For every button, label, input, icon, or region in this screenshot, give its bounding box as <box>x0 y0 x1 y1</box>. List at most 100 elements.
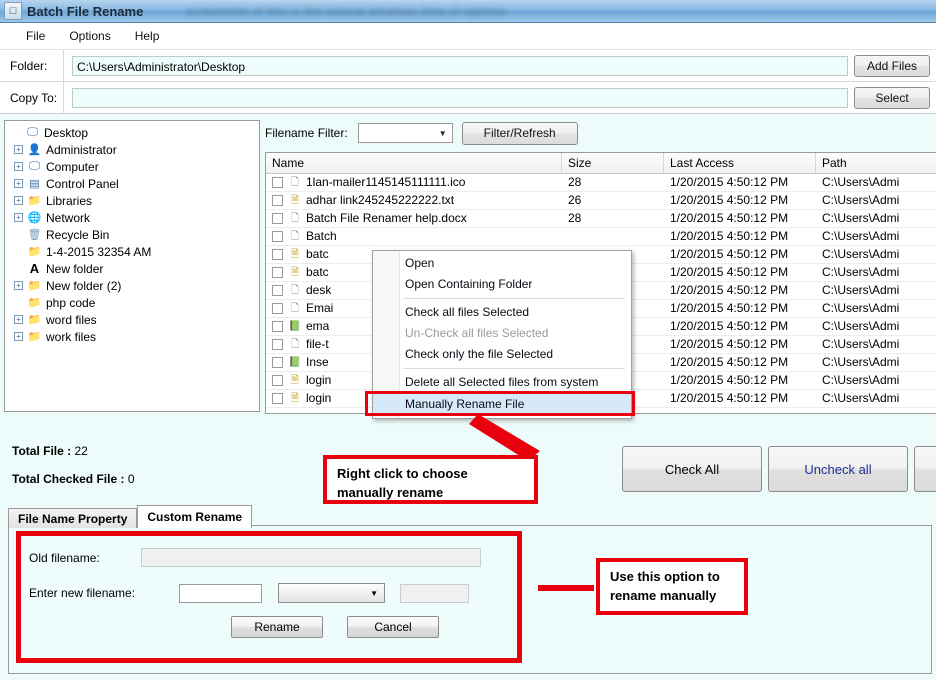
file-checkbox[interactable] <box>272 321 283 332</box>
file-checkbox[interactable] <box>272 303 283 314</box>
tree-item-computer[interactable]: + 🖵 Computer <box>9 158 259 175</box>
tree-item-new-folder-2[interactable]: + 📁 New folder (2) <box>9 277 259 294</box>
expand-icon[interactable]: + <box>14 213 23 222</box>
manually-rename-highlight <box>365 391 635 416</box>
file-last-access-cell: 1/20/2015 4:50:12 PM <box>670 193 789 207</box>
tree-item-administrator[interactable]: + 👤 Administrator <box>9 141 259 158</box>
file-last-access-cell: 1/20/2015 4:50:12 PM <box>670 211 789 225</box>
folder-row: Folder: C:\Users\Administrator\Desktop A… <box>0 50 936 82</box>
menu-item-file[interactable]: File <box>14 26 57 46</box>
context-menu-item-open[interactable]: Open <box>373 253 631 274</box>
column-header-last-access[interactable]: Last Access <box>664 153 816 173</box>
file-last-access-cell: 1/20/2015 4:50:12 PM <box>670 337 789 351</box>
file-checkbox[interactable] <box>272 339 283 350</box>
tree-item-label: php code <box>46 295 96 310</box>
tree-item-libraries[interactable]: + 📁 Libraries <box>9 192 259 209</box>
expand-icon[interactable]: + <box>14 145 23 154</box>
expand-icon[interactable]: + <box>14 179 23 188</box>
generic-file-icon: 🗋 <box>290 213 300 224</box>
file-last-access-cell: 1/20/2015 4:50:12 PM <box>670 391 789 405</box>
file-checkbox[interactable] <box>272 393 283 404</box>
file-checkbox[interactable] <box>272 375 283 386</box>
title-bar: ☐ Batch File Rename screenshot of this i… <box>0 0 936 23</box>
column-header-path[interactable]: Path <box>816 153 936 173</box>
file-name-label: desk <box>306 283 332 297</box>
libraries-icon: 📁 <box>27 195 42 207</box>
file-checkbox[interactable] <box>272 357 283 368</box>
filter-refresh-button[interactable]: Filter/Refresh <box>461 121 578 145</box>
context-menu-item-check-all-files-selected[interactable]: Check all files Selected <box>373 302 631 323</box>
file-list-row[interactable]: 🗋 1lan-mailer1145145111111.ico 28 1/20/2015… <box>266 174 936 192</box>
expand-icon[interactable]: + <box>14 315 23 324</box>
text-file-icon: 🗎 <box>290 249 300 260</box>
tree-item-word-files[interactable]: + 📁 word files <box>9 311 259 328</box>
file-path-cell: C:\Users\Admi <box>822 229 900 243</box>
folder-input[interactable]: C:\Users\Administrator\Desktop <box>72 55 848 76</box>
context-menu-separator <box>403 298 625 299</box>
file-size-cell: 26 <box>568 193 582 207</box>
total-file-label: Total File : <box>12 444 72 458</box>
tree-item-php-code[interactable]: 📁 php code <box>9 294 259 311</box>
file-checkbox[interactable] <box>272 213 283 224</box>
network-icon: 🌐 <box>27 212 42 224</box>
tree-item-recycle-bin[interactable]: 🗑 Recycle Bin <box>9 226 259 243</box>
column-header-size[interactable]: Size <box>562 153 664 173</box>
expand-icon[interactable]: + <box>14 196 23 205</box>
tab-file-name-property[interactable]: File Name Property <box>8 508 138 528</box>
text-file-icon: 🗎 <box>290 195 300 206</box>
file-path-cell: C:\Users\Admi <box>822 175 900 189</box>
file-name-label: 1lan-mailer1145145111111.ico <box>306 175 466 189</box>
monitor-icon: 🖵 <box>27 126 38 138</box>
context-menu-item-uncheck-all-files-selected: Un-Check all files Selected <box>405 326 549 340</box>
expand-icon[interactable]: + <box>14 332 23 341</box>
tree-item-network[interactable]: + 🌐 Network <box>9 209 259 226</box>
text-file-icon: 🗎 <box>290 393 300 404</box>
tree-item-control-panel[interactable]: + ▤ Control Panel <box>9 175 259 192</box>
file-name-label: login <box>306 391 332 405</box>
file-size-cell: 28 <box>568 175 582 189</box>
file-last-access-cell: 1/20/2015 4:50:12 PM <box>670 229 789 243</box>
file-checkbox[interactable] <box>272 231 283 242</box>
expand-icon[interactable]: + <box>14 162 23 171</box>
file-list-row[interactable]: 🗎 adhar link245245222222.txt 26 1/20/2015 4… <box>266 192 936 210</box>
copyto-input[interactable] <box>72 87 848 108</box>
file-checkbox[interactable] <box>272 285 283 296</box>
file-list-row[interactable]: 🗋 Batch 1/20/2015 4:50:12 PM C:\Users\Admi <box>266 228 936 246</box>
file-path-cell: C:\Users\Admi <box>822 391 900 405</box>
file-list-row[interactable]: 🗋 Batch File Renamer help.docx 28 1/20/2015… <box>266 210 936 228</box>
menu-item-options[interactable]: Options <box>57 26 122 46</box>
select-button[interactable]: Select <box>854 86 930 109</box>
add-files-button[interactable]: Add Files <box>854 54 930 77</box>
annotation-right-click: Right click to choose manually rename <box>323 455 538 504</box>
expand-icon[interactable]: + <box>14 281 23 290</box>
context-menu-item-delete-all-selected-files[interactable]: Delete all Selected files from system <box>373 372 631 393</box>
file-last-access-cell: 1/20/2015 4:50:12 PM <box>670 265 789 279</box>
filename-filter-combo[interactable]: ▼ <box>357 123 453 143</box>
menu-item-help[interactable]: Help <box>123 26 172 46</box>
file-name-label: Batch <box>306 229 337 243</box>
file-checkbox[interactable] <box>272 195 283 206</box>
file-checkbox[interactable] <box>272 267 283 278</box>
tree-item-label: Computer <box>46 159 99 174</box>
check-all-button[interactable]: Check All <box>622 446 762 492</box>
tree-item-new-folder[interactable]: A New folder <box>9 260 259 277</box>
context-menu-item-check-only-file-selected[interactable]: Check only the file Selected <box>373 344 631 365</box>
file-last-access-cell: 1/20/2015 4:50:12 PM <box>670 301 789 315</box>
tree-item-work-files[interactable]: + 📁 work files <box>9 328 259 345</box>
uncheck-all-button[interactable]: Uncheck all <box>768 446 908 492</box>
extra-action-button[interactable] <box>914 446 936 492</box>
tree-item-1-4-2015-32354-am[interactable]: 📁 1-4-2015 32354 AM <box>9 243 259 260</box>
file-checkbox[interactable] <box>272 177 283 188</box>
annotation-line: rename manually <box>610 587 717 603</box>
file-path-cell: C:\Users\Admi <box>822 265 900 279</box>
context-menu-item-open-containing-folder[interactable]: Open Containing Folder <box>373 274 631 295</box>
tab-custom-rename[interactable]: Custom Rename <box>137 505 253 528</box>
column-header-name[interactable]: Name <box>266 153 562 173</box>
file-checkbox[interactable] <box>272 249 283 260</box>
folder-tree[interactable]: 🖵 Desktop + 👤 Administrator + 🖵 Computer + ▤ Contr… <box>4 120 260 412</box>
tree-item-desktop[interactable]: 🖵 Desktop <box>9 124 259 141</box>
copyto-row: Copy To: Select <box>0 82 936 113</box>
